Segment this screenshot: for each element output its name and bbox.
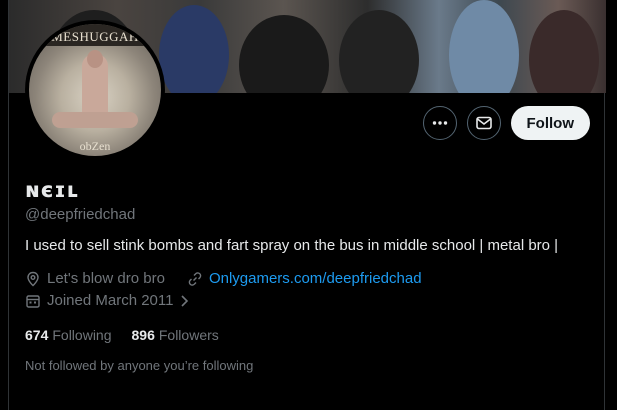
chevron-right-icon[interactable]: [179, 294, 189, 308]
avatar-bottom-text: obZen: [79, 139, 111, 153]
following-label: Following: [52, 327, 112, 343]
location-pin-icon: [27, 271, 39, 286]
message-button[interactable]: [466, 106, 501, 140]
user-handle: @deepfriedchad: [25, 206, 136, 223]
banner-shape: [159, 5, 229, 93]
profile-panel: MESHUGGAH obZen Follow ɴєɪʟ @deepfriedch…: [8, 0, 606, 410]
profile-meta-row: Joined March 2011: [25, 292, 189, 309]
followers-count: 896: [131, 327, 155, 343]
avatar[interactable]: MESHUGGAH obZen: [25, 20, 165, 160]
not-followed-notice: Not followed by anyone you’re following: [25, 358, 254, 373]
more-icon: [432, 121, 447, 125]
followers-label: Followers: [158, 327, 219, 343]
banner-shape: [449, 0, 519, 93]
profile-meta-row: Let's blow dro bro Onlygamers.com/deepfr…: [25, 270, 422, 287]
following-count: 674: [25, 327, 49, 343]
followers-link[interactable]: 896 Followers: [132, 327, 219, 343]
follow-button[interactable]: Follow: [510, 106, 590, 140]
profile-actions: Follow: [422, 106, 590, 140]
location-text: Let's blow dro bro: [47, 270, 165, 287]
avatar-image: MESHUGGAH obZen: [29, 24, 161, 156]
profile-bio: I used to sell stink bombs and fart spra…: [25, 237, 559, 254]
avatar-figure-head: [87, 50, 103, 68]
banner-shape: [239, 15, 329, 93]
following-link[interactable]: 674 Following: [25, 327, 112, 343]
joined-date: Joined March 2011: [47, 292, 174, 309]
banner-shape: [529, 10, 599, 93]
website-link[interactable]: Onlygamers.com/deepfriedchad: [209, 270, 422, 287]
more-button[interactable]: [422, 106, 457, 140]
display-name: ɴєɪʟ: [25, 178, 80, 202]
calendar-icon: [26, 294, 40, 308]
banner-shape: [339, 10, 419, 93]
envelope-icon: [475, 116, 492, 130]
link-icon: [188, 271, 202, 286]
avatar-figure-legs: [52, 112, 138, 128]
avatar-band-text: MESHUGGAH: [29, 24, 161, 46]
follow-counts: 674 Following 896 Followers: [25, 327, 219, 343]
